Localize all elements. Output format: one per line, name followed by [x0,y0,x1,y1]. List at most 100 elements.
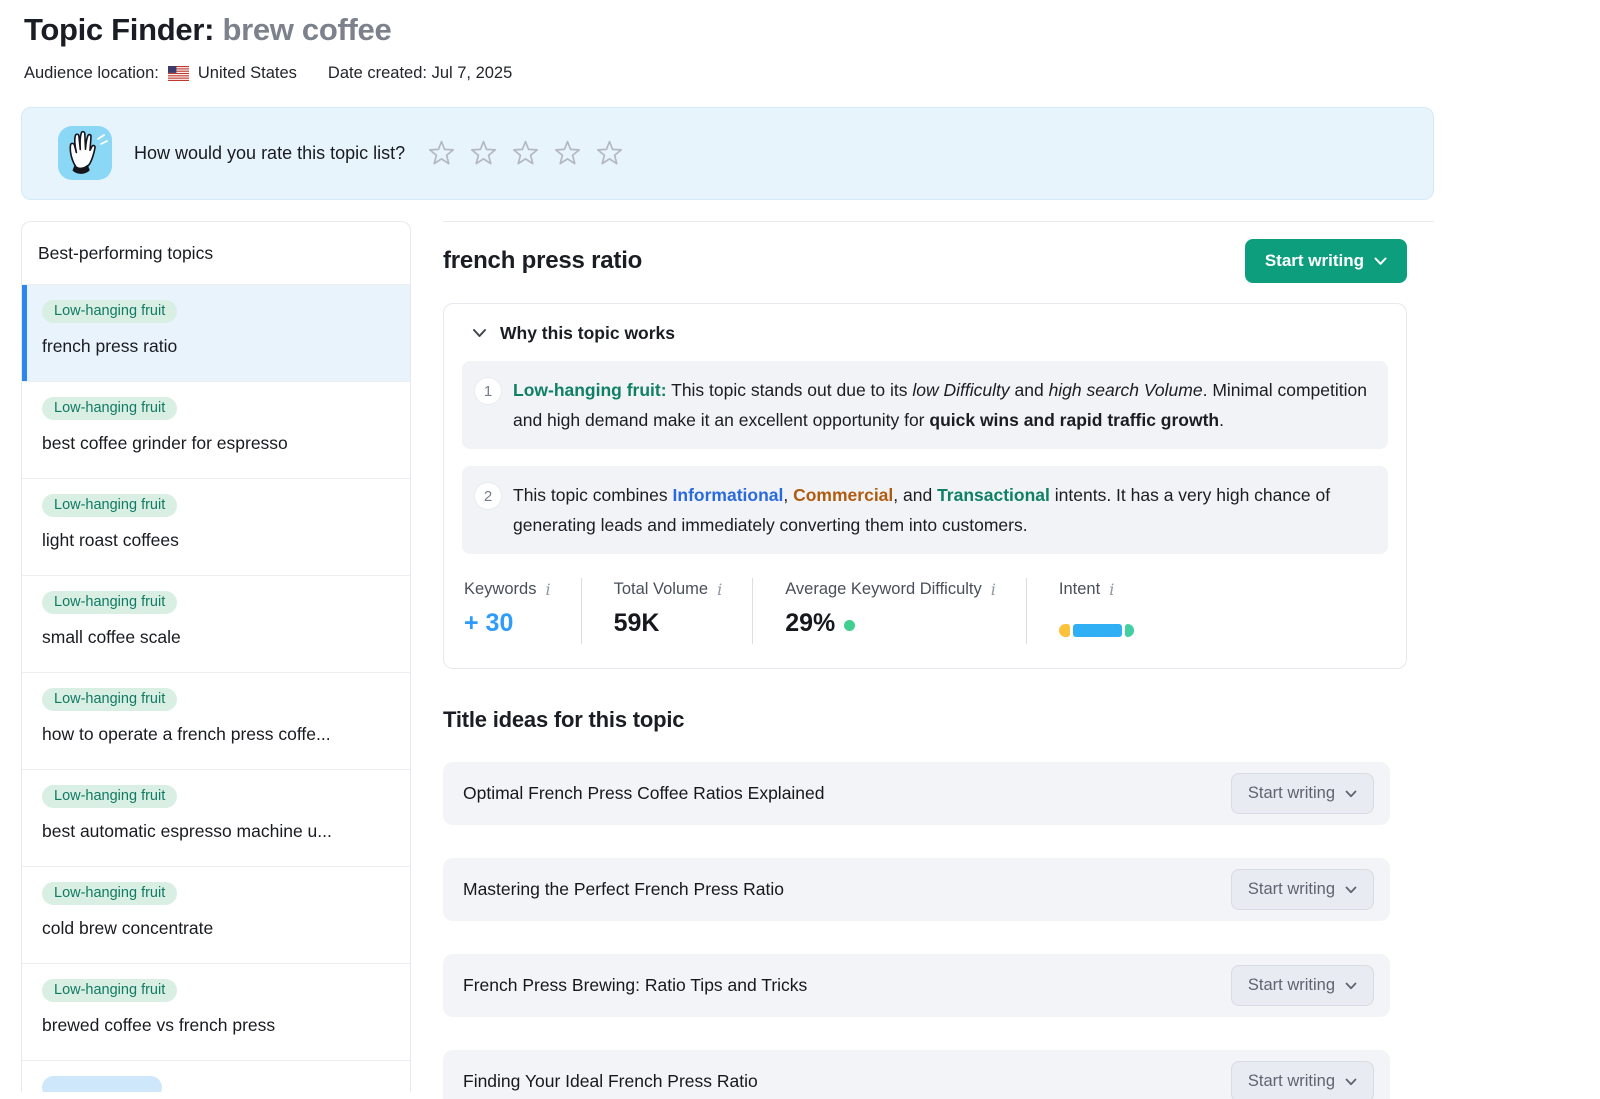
topic-finder-page: Topic Finder: brew coffee Audience locat… [0,0,1600,1099]
topic-badge: Low-hanging fruit [42,591,177,614]
topic-badge: Low-hanging fruit [42,882,177,905]
audience-location-value: United States [198,64,297,83]
intent-distribution-bar [1059,624,1134,637]
info-icon[interactable]: i [1109,580,1114,599]
selected-topic-title: french press ratio [443,247,642,275]
title-idea-row: Mastering the Perfect French Press Ratio… [443,858,1390,921]
topic-list-item[interactable] [22,1060,410,1092]
metric-total-volume: Total Volume i 59K [582,578,754,644]
topic-list: Low-hanging fruitfrench press ratioLow-h… [22,284,410,1092]
title-idea-text: French Press Brewing: Ratio Tips and Tri… [463,975,807,996]
point-number: 1 [475,378,501,404]
point-text: This topic combines Informational, Comme… [513,480,1368,540]
start-writing-idea-button[interactable]: Start writing [1231,965,1374,1006]
why-point: 2 This topic combines Informational, Comm… [462,466,1388,554]
total-volume-label: Total Volume [614,580,708,599]
topic-badge: Low-hanging fruit [42,494,177,517]
topic-label: best automatic espresso machine u... [42,821,394,842]
keyword-difficulty-value: 29% [785,609,835,638]
best-performing-topics-panel: Best-performing topics Low-hanging fruit… [21,221,411,1092]
topic-badge: Low-hanging fruit [42,300,177,323]
topic-list-item[interactable]: Low-hanging fruit best coffee grinder for… [22,381,410,478]
title-ideas-list: Optimal French Press Coffee Ratios Expla… [443,762,1434,1099]
topic-label: cold brew concentrate [42,918,394,939]
topic-badge: Low-hanging fruit [42,688,177,711]
total-volume-value: 59K [614,609,723,638]
title-idea-text: Finding Your Ideal French Press Ratio [463,1071,758,1092]
info-icon[interactable]: i [717,580,722,599]
start-writing-idea-button[interactable]: Start writing [1231,1061,1374,1099]
star-icon[interactable] [553,139,582,168]
topic-list-item[interactable]: Low-hanging fruit french press ratio [22,284,410,381]
topic-list-item[interactable]: Low-hanging fruit light roast coffees [22,478,410,575]
why-topic-works-card: Why this topic works 1 Low-hanging fruit:… [443,303,1407,669]
why-topic-works-title: Why this topic works [500,323,675,344]
info-icon[interactable]: i [545,580,550,599]
topic-detail-header: french press ratio Start writing [443,239,1434,283]
page-subheader: Audience location: United States Date cr… [21,64,1600,83]
star-icon[interactable] [511,139,540,168]
page-title: Topic Finder: brew coffee [21,12,1600,48]
point-number: 2 [475,483,501,509]
intent-segment [1059,624,1070,637]
page-title-prefix: Topic Finder: [24,12,222,47]
intent-segment [1073,624,1122,637]
topic-list-item[interactable]: Low-hanging fruit brewed coffee vs french… [22,963,410,1060]
topic-label: how to operate a french press coffe... [42,724,394,745]
star-icon[interactable] [469,139,498,168]
info-icon[interactable]: i [991,580,996,599]
start-writing-idea-button[interactable]: Start writing [1231,869,1374,910]
metric-intent: Intenti [1027,578,1164,644]
waving-hand-icon [58,126,112,182]
topic-label: small coffee scale [42,627,394,648]
date-created: Date created: Jul 7, 2025 [328,64,512,83]
metrics-row: Keywordsi + 30 Total Volumei 59K Average… [462,578,1388,644]
keywords-label: Keywords [464,580,536,599]
start-writing-button[interactable]: Start writing [1245,239,1407,283]
topic-label: light roast coffees [42,530,394,551]
title-idea-text: Mastering the Perfect French Press Ratio [463,879,784,900]
star-icon[interactable] [595,139,624,168]
title-idea-text: Optimal French Press Coffee Ratios Expla… [463,783,825,804]
intent-segment [1125,624,1134,637]
start-writing-label: Start writing [1248,976,1335,995]
start-writing-label: Start writing [1248,880,1335,899]
keywords-value: + 30 [464,609,551,638]
content-columns: Best-performing topics Low-hanging fruit… [21,221,1434,1099]
rating-stars [427,139,624,168]
sidebar-title: Best-performing topics [22,222,410,284]
why-points: 1 Low-hanging fruit: This topic stands ou… [462,361,1388,554]
star-icon[interactable] [427,139,456,168]
title-idea-row: Optimal French Press Coffee Ratios Expla… [443,762,1390,825]
title-idea-row: Finding Your Ideal French Press Ratio Sta… [443,1050,1390,1099]
topic-label: french press ratio [42,336,394,357]
chevron-down-icon [1345,1072,1357,1091]
topic-badge [42,1076,162,1092]
topic-badge: Low-hanging fruit [42,785,177,808]
difficulty-status-dot [844,620,855,631]
topic-label: brewed coffee vs french press [42,1015,394,1036]
topic-list-item[interactable]: Low-hanging fruit cold brew concentrate [22,866,410,963]
topic-badge: Low-hanging fruit [42,397,177,420]
chevron-down-icon [1374,251,1387,271]
topic-list-item[interactable]: Low-hanging fruit how to operate a french… [22,672,410,769]
page-title-query: brew coffee [222,12,391,47]
why-topic-works-header[interactable]: Why this topic works [462,323,1388,344]
topic-badge: Low-hanging fruit [42,979,177,1002]
topic-list-item[interactable]: Low-hanging fruit best automatic espresso… [22,769,410,866]
chevron-down-icon [1345,976,1357,995]
metric-keywords: Keywords i + 30 [464,578,582,644]
chevron-down-icon [1345,784,1357,803]
rating-question: How would you rate this topic list? [134,143,405,164]
chevron-down-icon [472,325,487,343]
start-writing-label: Start writing [1248,784,1335,803]
start-writing-label: Start writing [1265,251,1364,271]
topic-label: best coffee grinder for espresso [42,433,394,454]
why-point: 1 Low-hanging fruit: This topic stands ou… [462,361,1388,449]
point-text: Low-hanging fruit: This topic stands out… [513,375,1368,435]
title-ideas-heading: Title ideas for this topic [443,707,1434,733]
topic-list-item[interactable]: Low-hanging fruit small coffee scale [22,575,410,672]
intent-label: Intent [1059,580,1100,599]
audience-location-label: Audience location: [24,64,159,83]
start-writing-idea-button[interactable]: Start writing [1231,773,1374,814]
